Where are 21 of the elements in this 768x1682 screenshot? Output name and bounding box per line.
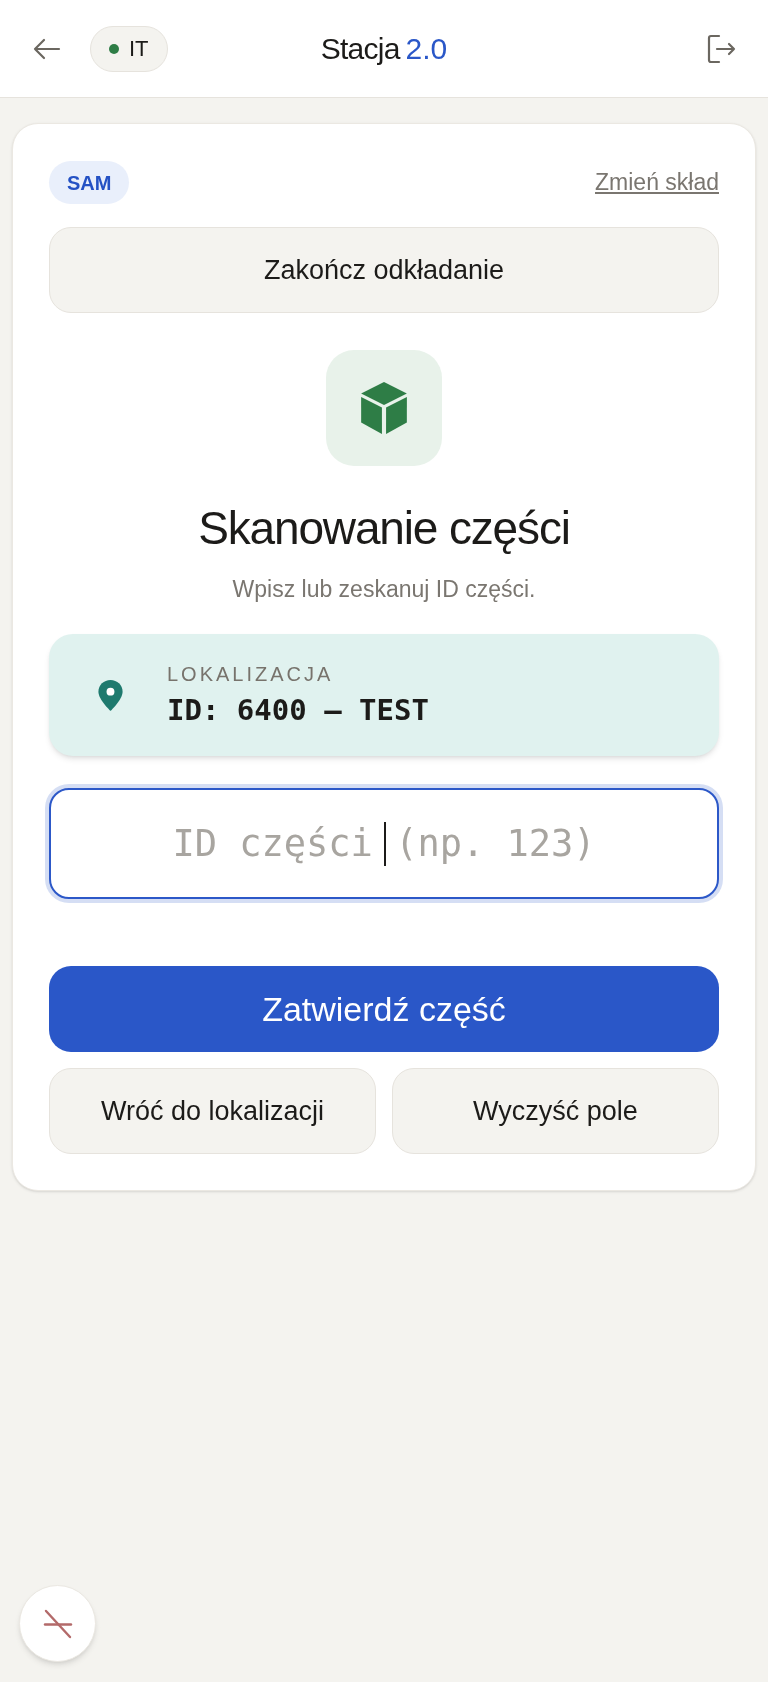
page-title: Skanowanie części xyxy=(197,501,571,556)
page-subtitle: Wpisz lub zeskanuj ID części. xyxy=(231,575,537,604)
confirm-button[interactable]: Zatwierdź część xyxy=(49,966,719,1052)
part-id-input[interactable]: ID części (np. 123) xyxy=(49,788,719,899)
secondary-button[interactable]: Wyczyść pole xyxy=(392,1068,719,1154)
environment-label: IT xyxy=(129,37,149,60)
app-title: Stacja xyxy=(320,31,400,67)
mode-badge: SAM xyxy=(49,161,130,204)
cube-icon xyxy=(359,381,409,435)
app-version: 2.0 xyxy=(405,31,448,67)
slashed-line-icon xyxy=(42,1608,73,1639)
location-label: LOKALIZACJA xyxy=(167,662,334,686)
location-value: ID: 6400 — TEST xyxy=(167,692,429,728)
text-cursor-icon xyxy=(384,822,386,866)
secondary-button[interactable]: Wróć do lokalizacji xyxy=(49,1068,376,1154)
finish-button[interactable]: Zakończ odkładanie xyxy=(49,227,719,313)
location-pin-icon xyxy=(97,678,124,712)
change-warehouse-link[interactable]: Zmień skład xyxy=(595,165,719,200)
floating-button[interactable] xyxy=(19,1585,96,1662)
back-arrow-icon xyxy=(33,36,61,61)
status-dot-icon xyxy=(109,43,119,54)
